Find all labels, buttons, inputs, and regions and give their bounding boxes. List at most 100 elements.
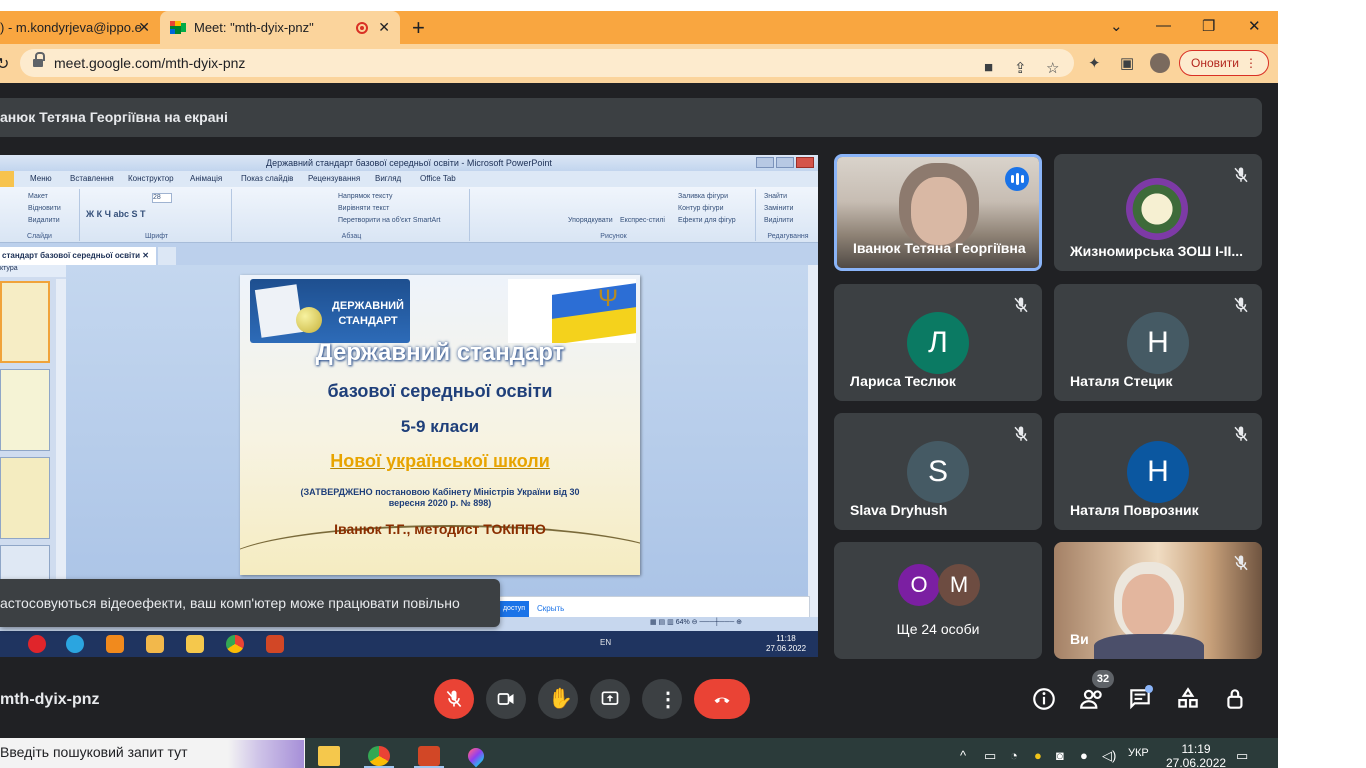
participant-avatar: Л [907,312,969,374]
mic-off-icon [1234,167,1248,183]
hand-icon: ✋ [548,688,573,710]
participant-tile[interactable]: S Slava Dryhush [834,413,1042,530]
participant-tile[interactable]: Н Наталя Стецик [1054,284,1262,401]
ppt-menu-item: Вставлення [70,174,114,183]
mic-toggle-button[interactable] [434,679,474,719]
battery-icon[interactable]: ▭ [984,748,996,764]
powerpoint-icon[interactable] [418,746,440,766]
reload-icon[interactable]: ↻ [0,54,9,74]
profile-avatar[interactable] [1150,53,1170,73]
restore-icon[interactable]: ❐ [1202,17,1215,35]
notifications-icon[interactable]: ▭ [1236,748,1248,764]
close-icon[interactable]: ✕ [138,19,150,36]
meeting-code: mth-dyix-pnz [0,691,100,708]
participant-avatar: S [907,441,969,503]
videocam-icon [497,693,514,705]
bookmark-star-icon[interactable]: ☆ [1046,59,1059,77]
dialog-hide-button: Скрыть [537,604,565,613]
chrome-icon[interactable] [368,746,390,766]
ukraine-flag-image: Ψ [508,279,636,343]
host-controls-lock-icon[interactable] [1223,686,1249,712]
chat-unread-dot [1145,685,1153,693]
ribbon-group-paragraph: Напрямок тексту Вирівняти текст Перетвор… [234,189,470,241]
window-close-icon[interactable]: ✕ [1248,17,1261,35]
microphone-icon[interactable]: ● [1080,748,1088,763]
color-app-icon[interactable] [464,744,488,768]
url-text: meet.google.com/mth-dyix-pnz [54,55,246,71]
tab-search-chevron-icon[interactable]: ⌄ [1110,17,1123,35]
shared-clock-time: 11:18 [776,634,796,643]
telegram-icon [66,635,84,653]
raise-hand-button[interactable]: ✋ [538,679,578,719]
taskbar-clock[interactable]: 11:19 27.06.2022 [1166,742,1226,768]
windows-taskbar: Введіть пошуковий запит тут ^ ▭ ◔ ● ◙ ● … [0,738,1278,768]
font-format-buttons: Ж К Ч abc S Т [86,209,146,219]
people-icon[interactable] [1079,686,1105,712]
update-button[interactable]: Оновити ⋮ [1179,50,1269,76]
mic-off-icon [1234,297,1248,313]
slide-thumbnail [0,457,50,539]
ribbon-item: Контур фігури [678,205,724,212]
ppt-menu-item: Конструктор [128,174,174,183]
ppt-outline-tab: ктура [0,265,66,277]
slide-grades: 5-9 класи [400,417,480,436]
taskbar-search[interactable]: Введіть пошуковий запит тут [0,738,305,768]
ribbon-group-editing: Знайти Замінити Виділити Редагування [758,189,818,241]
speaking-indicator-icon [1005,167,1029,191]
address-bar[interactable]: meet.google.com/mth-dyix-pnz ■ ⇪ ☆ [20,49,1074,77]
participant-tile[interactable]: Н Наталя Поврозник [1054,413,1262,530]
volume-icon[interactable]: ◁) [1102,748,1116,764]
ppt-outline-tab-label: ктура [0,265,18,272]
mic-off-icon [1014,297,1028,313]
activities-icon[interactable] [1175,686,1201,712]
file-explorer-icon[interactable] [318,746,340,766]
slide-approval-note: (ЗАТВЕРДЖЕНО постановою Кабінету Міністр… [300,487,580,508]
ppt-window-controls [756,157,814,168]
others-count-label: Ще 24 особи [896,621,980,637]
browser-tab-mail[interactable]: ) - m.kondyrjeva@ippo.e ✕ [0,11,160,44]
side-panel-icon[interactable]: ▣ [1120,54,1134,72]
mic-off-icon [446,690,462,708]
search-highlight-image [228,740,304,768]
participant-tile[interactable]: Іванюк Тетяна Георгіївна [834,154,1042,271]
update-label: Оновити [1191,56,1239,70]
ribbon-group-label: Редагування [767,233,809,240]
ppt-zoom-control: ▦ ▤ ▥ 64% ⊖ ───┼─── ⊕ [650,619,742,626]
participant-avatar: М [938,564,980,606]
camera-icon[interactable]: ■ [984,59,993,76]
minimize-icon[interactable]: — [1156,17,1171,34]
leave-call-button[interactable] [694,679,750,719]
slide-thumbnail [0,281,50,363]
taskbar-search-placeholder: Введіть пошуковий запит тут [0,744,188,760]
right-margin [1278,0,1366,768]
browser-tab-meet[interactable]: Meet: "mth-dyix-pnz" ✕ [160,11,400,44]
extensions-puzzle-icon[interactable]: ✦ [1088,54,1101,72]
present-button[interactable] [590,679,630,719]
new-tab-icon[interactable]: + [412,15,425,41]
meet-tray-icon[interactable]: ◙ [1056,748,1064,763]
wifi-icon[interactable]: ◔ [1010,748,1018,763]
others-tile[interactable]: О М Ще 24 особи [834,542,1042,659]
mic-off-icon [1234,426,1248,442]
tray-app-icon[interactable]: ● [1034,748,1042,763]
browser-tabbar: ) - m.kondyrjeva@ippo.e ✕ Meet: "mth-dyi… [0,11,1278,44]
participant-tile[interactable]: Жизномирська ЗОШ І-ІІ... [1054,154,1262,271]
keyboard-language[interactable]: УКР [1128,747,1149,759]
share-icon[interactable]: ⇪ [1014,59,1027,77]
trident-icon: Ψ [598,285,619,312]
folder-icon [186,635,204,653]
ppt-thumbnail-pane: ктура [0,265,66,627]
meet-window: анюк Тетяна Георгіївна на екрані Державн… [0,83,1278,738]
self-tile[interactable]: Ви [1054,542,1262,659]
tab-label: Meet: "mth-dyix-pnz" [194,20,314,35]
lock-icon[interactable] [33,52,45,68]
close-icon[interactable]: ✕ [378,19,390,36]
ppt-doc-tabbar: стандарт базової середньої освіти ✕ [0,243,818,265]
camera-toggle-button[interactable] [486,679,526,719]
participant-tile[interactable]: Л Лариса Теслюк [834,284,1042,401]
tray-chevron-icon[interactable]: ^ [960,748,966,763]
present-screen-icon [601,691,619,705]
info-icon[interactable] [1031,686,1057,712]
more-options-button[interactable]: ⋮ [642,679,682,719]
ribbon-group-label: Рисунок [600,233,627,240]
